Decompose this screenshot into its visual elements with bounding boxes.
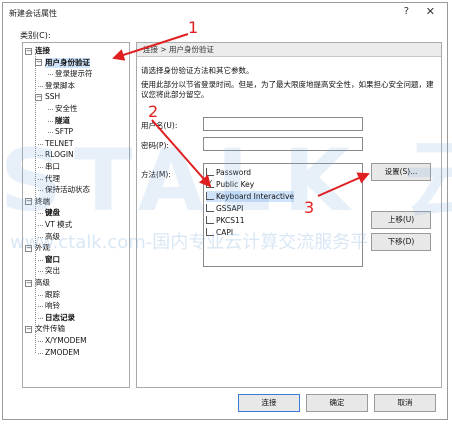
method-label-text: CAPI [216,228,234,237]
tree-toggle-icon[interactable]: − [25,198,32,206]
tree-connector [38,259,43,261]
close-icon[interactable]: ✕ [426,5,435,18]
settings-button[interactable]: 设置(S)... [371,163,431,181]
annotation-number-3: 3 [304,198,315,217]
tree-item[interactable]: 连接 [35,46,50,56]
method-list[interactable]: Password Public Key Keyboard Interactive GS… [203,163,363,267]
tree-connector [38,143,43,145]
tree-item[interactable]: 代理 [45,174,60,184]
tree-connector [38,178,43,180]
move-up-button[interactable]: 上移(U) [371,211,431,229]
annotation-number-1: 1 [188,18,199,37]
tree-item[interactable]: X/YMODEM [45,336,87,346]
tree-item[interactable]: 外观 [35,243,50,253]
tree-toggle-icon[interactable]: − [35,93,42,101]
tree-connector [48,132,53,134]
tree-item[interactable]: 登录提示符 [55,69,93,79]
settings-panel: 连接 > 用户身份验证 请选择身份验证方法和其它参数。 使用此部分以节省登录时间… [136,42,442,388]
tree-item[interactable]: VT 模式 [45,220,72,230]
tree-item[interactable]: 窗口 [45,255,60,265]
tree-connector [38,190,43,192]
tree-item[interactable]: SSH [45,92,60,102]
tree-item[interactable]: 串口 [45,162,60,172]
tree-item[interactable]: 高级 [35,278,50,288]
method-label-text: GSSAPI [216,204,244,213]
password-input[interactable] [203,137,363,151]
tree-toggle-icon[interactable]: − [35,59,42,67]
tree-connector [38,341,43,342]
method-item[interactable]: GSSAPI [206,203,243,214]
username-input[interactable] [203,117,363,131]
method-label: 方法(M): [141,170,171,179]
window-title: 新建会话属性 [9,9,57,18]
ok-button[interactable]: 确定 [306,394,368,412]
method-item[interactable]: CAPI [206,227,233,238]
tree-toggle-icon[interactable]: − [25,47,32,55]
method-checkbox[interactable] [206,192,214,200]
method-label-text: PKCS11 [216,216,245,225]
panel-description-line1: 请选择身份验证方法和其它参数。 [141,66,254,75]
tree-item[interactable]: 日志记录 [45,313,75,323]
method-label-text: Password [216,168,252,177]
panel-description-line3: 议您将此部分留空。 [141,90,209,99]
password-label: 密码(P): [141,141,169,150]
tree-connector [38,294,43,296]
tree-item[interactable]: 高级 [45,232,60,242]
tree-connector [38,352,43,354]
method-label-text: Keyboard Interactive [216,192,295,201]
tree-toggle-icon[interactable]: − [25,279,32,287]
method-checkbox[interactable] [206,168,214,176]
tree-item[interactable]: TELNET [45,139,73,149]
method-checkbox[interactable] [206,204,214,212]
tree-connector [38,213,43,215]
breadcrumb: 连接 > 用户身份验证 [137,43,441,57]
method-checkbox[interactable] [206,216,214,224]
cancel-button[interactable]: 取消 [374,394,436,412]
tree-item[interactable]: ZMODEM [45,348,80,358]
tree-connector [38,271,43,273]
tree-toggle-icon[interactable]: − [25,325,32,333]
tree-connector [38,167,43,168]
tree-item[interactable]: 终端 [35,197,50,207]
tree-connector [38,236,43,238]
tree-item[interactable]: SFTP [55,127,73,137]
tree-item[interactable]: 突出 [45,266,60,276]
tree-connector [38,225,43,226]
method-item[interactable]: PKCS11 [206,215,245,226]
tree-item[interactable]: 保持活动状态 [45,185,90,195]
tree-item[interactable]: 跟踪 [45,290,60,300]
tree-item[interactable]: RLOGIN [45,150,74,160]
tree-guide-line [35,53,36,353]
tree-item[interactable]: 文件传输 [35,324,65,334]
category-label: 类别(C): [20,31,51,40]
tree-toggle-icon[interactable]: − [25,244,32,252]
tree-item[interactable]: 键盘 [45,208,60,218]
tree-item[interactable]: 隧道 [55,116,70,126]
tree-connector [38,317,43,319]
annotation-number-2: 2 [148,102,159,121]
method-item[interactable]: Keyboard Interactive [206,191,295,202]
tree-connector [48,74,53,76]
tree-connector [38,85,43,87]
move-down-button[interactable]: 下移(D) [371,233,431,251]
tree-item[interactable]: 登录脚本 [45,81,75,91]
method-label-text: Public Key [216,180,255,189]
help-icon[interactable]: ? [404,6,409,17]
connect-button[interactable]: 连接 [238,394,300,412]
tree-item[interactable]: 安全性 [55,104,78,114]
category-tree[interactable]: − 连接 − 用户身份验证 登录提示符 登录脚本 − SSH 安全性 隧道 SFTP TELNET RL… [22,42,130,388]
tree-connector [38,155,43,157]
title-bar: 新建会话属性 ? ✕ [3,3,447,23]
tree-connector [38,306,43,308]
tree-item[interactable]: 用户身份验证 [45,57,90,68]
method-checkbox[interactable] [206,177,214,188]
username-label: 用户名(U): [141,121,178,130]
tree-connector [48,109,53,110]
tree-item[interactable]: 响铃 [45,301,60,311]
method-item[interactable]: Public Key [206,177,255,190]
tree-connector [48,120,53,122]
method-checkbox[interactable] [206,228,214,236]
